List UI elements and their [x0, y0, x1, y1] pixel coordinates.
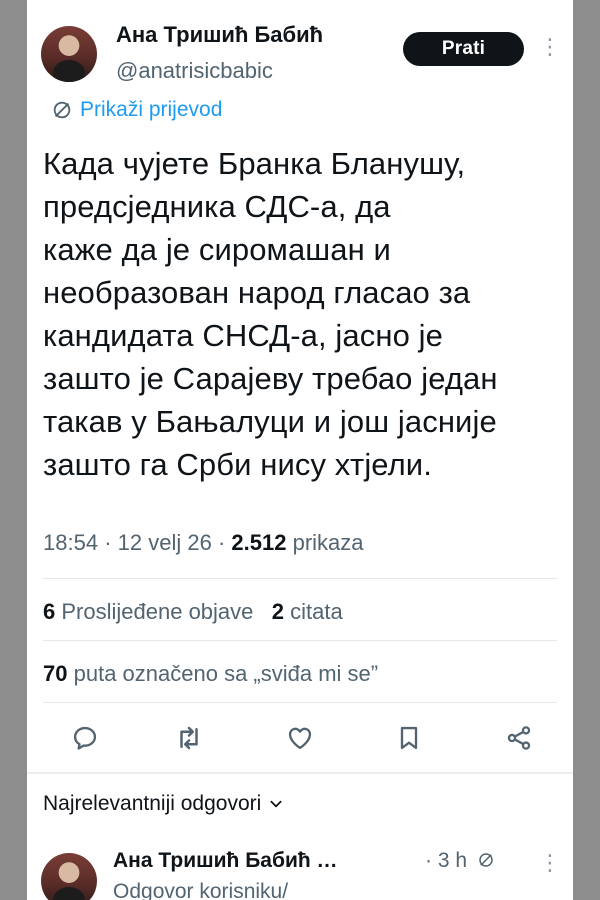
post-text: Када чујете Бранка Бланушу, предсједника…	[43, 146, 498, 482]
bookmark-icon	[400, 726, 418, 750]
post-date[interactable]: 12 velj 26	[118, 530, 212, 555]
share-icon	[507, 726, 531, 750]
meta-separator: ·	[217, 530, 226, 555]
author-handle[interactable]: @anatrisicbabic	[116, 58, 273, 84]
section-divider	[27, 772, 573, 774]
post-time[interactable]: 18:54	[43, 530, 98, 555]
reply-icon	[73, 726, 97, 750]
post-card: Ана Тришић Бабић @anatrisicbabic Prati ⋮…	[27, 0, 573, 900]
reply-context[interactable]: Odgovor korisniku/	[113, 880, 288, 900]
meta-separator: ·	[104, 530, 112, 555]
views-count: 2.512	[231, 530, 287, 555]
likes-count[interactable]: 70	[43, 661, 67, 686]
like-stats: 70 puta označeno sa „sviđa mi se”	[43, 661, 378, 687]
translate-link[interactable]: Prikaži prijevod	[51, 98, 222, 122]
post-meta: 18:54 · 12 velj 26 · 2.512 prikaza	[43, 530, 364, 556]
reply-avatar[interactable]	[41, 853, 97, 900]
divider	[43, 640, 557, 641]
reply-button[interactable]	[65, 718, 105, 758]
action-bar	[27, 718, 573, 758]
replies-title: Najrelevantniji odgovori	[43, 792, 262, 815]
divider	[43, 702, 557, 703]
share-button[interactable]	[499, 718, 539, 758]
divider	[43, 578, 557, 579]
like-button[interactable]	[280, 718, 320, 758]
reply-author-name[interactable]: Ана Тришић Бабић …	[113, 849, 338, 873]
reposts-label[interactable]: Proslijeđene objave	[61, 599, 253, 624]
author-name[interactable]: Ана Тришић Бабић	[116, 22, 323, 48]
follow-button[interactable]: Prati	[403, 32, 524, 66]
chevron-down-icon	[270, 800, 282, 808]
likes-label[interactable]: puta označeno sa „sviđa mi se”	[74, 661, 379, 686]
repost-icon	[180, 726, 198, 750]
repost-button[interactable]	[169, 718, 209, 758]
views-label: prikaza	[292, 530, 364, 555]
reply-time-text: · 3 h	[425, 849, 468, 872]
translate-label: Prikaži prijevod	[80, 98, 223, 121]
quotes-label[interactable]: citata	[290, 599, 343, 624]
translate-icon	[479, 853, 493, 867]
reposts-count[interactable]: 6	[43, 599, 55, 624]
author-avatar[interactable]	[41, 26, 97, 82]
reply-time: · 3 h	[425, 849, 495, 873]
repost-stats: 6 Proslijeđene objave 2 citata	[43, 599, 343, 625]
bookmark-button[interactable]	[389, 718, 429, 758]
translate-icon	[53, 101, 71, 119]
like-icon	[288, 727, 312, 750]
quotes-count[interactable]: 2	[272, 599, 284, 624]
replies-sort-dropdown[interactable]: Najrelevantniji odgovori	[43, 792, 283, 816]
more-vertical-icon[interactable]: ⋮	[539, 852, 561, 874]
more-vertical-icon[interactable]: ⋮	[539, 36, 561, 58]
